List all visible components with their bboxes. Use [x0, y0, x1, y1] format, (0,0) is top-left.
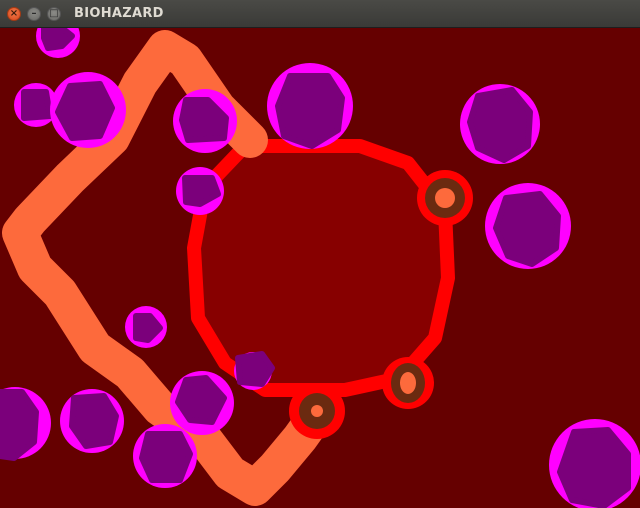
node [382, 357, 434, 409]
cell [36, 28, 80, 58]
window-title: BIOHAZARD [74, 6, 164, 21]
cell [485, 183, 571, 269]
minimize-button[interactable]: – [27, 7, 41, 21]
maximize-button[interactable]: □ [47, 7, 61, 21]
cell [267, 63, 353, 149]
cell [125, 306, 167, 348]
cell [133, 424, 197, 488]
close-icon: × [9, 8, 19, 19]
minimize-icon: – [31, 8, 37, 19]
game-scene[interactable] [0, 28, 640, 508]
cell [176, 167, 224, 215]
node [417, 170, 473, 226]
cell [0, 387, 51, 461]
cell [549, 419, 640, 508]
cell [173, 89, 237, 153]
game-canvas[interactable] [0, 28, 640, 508]
close-button[interactable]: × [7, 7, 21, 21]
cell [170, 371, 234, 435]
cell [234, 351, 275, 390]
cell [460, 84, 540, 164]
app-window: × – □ BIOHAZARD [0, 0, 640, 508]
cell [60, 389, 124, 453]
title-bar[interactable]: × – □ BIOHAZARD [0, 0, 640, 28]
node [289, 383, 345, 439]
cell [50, 72, 126, 148]
central-arena [187, 139, 455, 397]
maximize-icon: □ [49, 8, 59, 19]
